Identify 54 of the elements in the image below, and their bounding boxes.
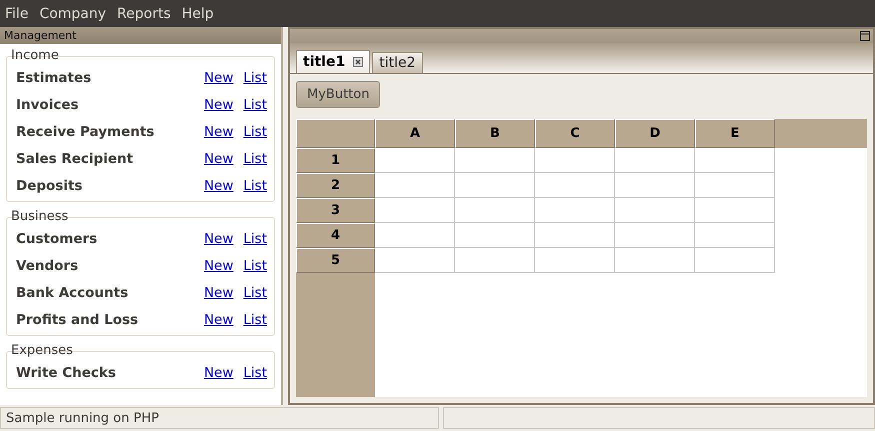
column-header: B <box>455 119 535 148</box>
list-link[interactable]: List <box>243 150 267 166</box>
new-link[interactable]: New <box>204 230 234 246</box>
row-header: 5 <box>296 248 375 273</box>
new-link[interactable]: New <box>204 178 234 194</box>
column-header: A <box>375 119 455 148</box>
row-header: 4 <box>296 223 375 248</box>
maximize-icon[interactable] <box>860 31 870 41</box>
list-link[interactable]: List <box>243 178 267 194</box>
tab[interactable]: title1 <box>296 50 370 73</box>
list-link[interactable]: List <box>243 96 267 112</box>
list-link[interactable]: List <box>243 70 267 86</box>
close-icon[interactable] <box>353 57 364 67</box>
panel-title: Management <box>0 27 281 44</box>
menu-item[interactable]: File <box>5 6 28 22</box>
new-link[interactable]: New <box>204 364 234 380</box>
item-label: Invoices <box>16 96 80 112</box>
item-label: Receive Payments <box>16 124 156 140</box>
item-label: Estimates <box>16 70 92 86</box>
menu-item[interactable]: Company <box>39 6 106 22</box>
menu-item[interactable]: Help <box>182 6 214 22</box>
new-link[interactable]: New <box>204 96 234 112</box>
list-link[interactable]: List <box>243 364 267 380</box>
new-link[interactable]: New <box>204 150 234 166</box>
new-link[interactable]: New <box>204 284 234 300</box>
list-link[interactable]: List <box>243 230 267 246</box>
my-button[interactable]: MyButton <box>296 81 380 108</box>
row-header: 1 <box>296 148 375 173</box>
status-text: Sample running on PHP <box>0 407 439 429</box>
list-link[interactable]: List <box>243 284 267 300</box>
menu-item[interactable]: Reports <box>117 6 171 22</box>
new-link[interactable]: New <box>204 70 234 86</box>
column-header: E <box>695 119 775 148</box>
item-label: Bank Accounts <box>16 284 130 300</box>
item-label: Profits and Loss <box>16 312 140 328</box>
new-link[interactable]: New <box>204 312 234 328</box>
item-label: Vendors <box>16 258 80 274</box>
list-link[interactable]: List <box>243 258 267 274</box>
row-header: 3 <box>296 198 375 223</box>
group-title: Expenses <box>11 344 74 358</box>
group-title: Income <box>11 49 60 63</box>
list-link[interactable]: List <box>243 312 267 328</box>
item-label: Customers <box>16 230 98 246</box>
item-label: Write Checks <box>16 364 117 380</box>
new-link[interactable]: New <box>204 258 234 274</box>
group-title: Business <box>11 210 70 224</box>
column-header: D <box>615 119 695 148</box>
item-label: Deposits <box>16 178 84 194</box>
column-header: C <box>535 119 615 148</box>
row-header: 2 <box>296 173 375 198</box>
list-link[interactable]: List <box>243 124 267 140</box>
new-link[interactable]: New <box>204 124 234 140</box>
item-label: Sales Recipient <box>16 150 134 166</box>
tab[interactable]: title2 <box>372 52 422 73</box>
